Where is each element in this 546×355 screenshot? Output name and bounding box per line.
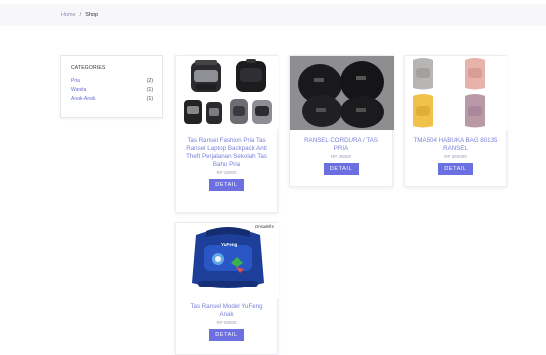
- breadcrumb-separator: /: [79, 12, 82, 18]
- product-name[interactable]: RANSEL CORDURA / TAS PRIA: [290, 137, 392, 153]
- detail-button[interactable]: DETAIL: [438, 163, 473, 175]
- product-card: RANSEL CORDURA / TAS PRIA RP 35000 DETAI…: [289, 55, 394, 187]
- product-image[interactable]: [405, 56, 508, 130]
- shop-page: Home / Shop CATEGORIES Pria (2) Wanita (…: [0, 0, 546, 355]
- category-item-pria[interactable]: Pria (2): [71, 77, 153, 86]
- product-card: Tas Ransel Fashion Pria Tas Ransel Lapto…: [175, 55, 279, 213]
- product-image[interactable]: [176, 56, 279, 129]
- product-price: RP 35000: [331, 154, 351, 159]
- product-price: RP 350000: [444, 154, 467, 159]
- category-name[interactable]: Anak-Anak: [71, 95, 95, 104]
- breadcrumb-current: Shop: [85, 12, 99, 18]
- product-name[interactable]: TMA504 HABUKA BAG 80135 RANSEL: [405, 137, 506, 153]
- product-image[interactable]: [290, 56, 394, 130]
- product-card: Onsalefrs YuFeng Tas Ransel Model YuFeng…: [175, 222, 279, 355]
- categories-panel: CATEGORIES Pria (2) Wanita (1) Anak-Anak…: [60, 55, 163, 118]
- product-price: RP 30000: [216, 170, 237, 175]
- category-count: (1): [146, 87, 153, 93]
- category-count: (1): [146, 96, 153, 102]
- product-card: TMA504 HABUKA BAG 80135 RANSEL RP 350000…: [404, 55, 508, 187]
- detail-button[interactable]: DETAIL: [323, 163, 359, 175]
- product-price: RP 50000: [216, 320, 237, 325]
- product-name[interactable]: Tas Ransel Fashion Pria Tas Ransel Lapto…: [176, 137, 277, 169]
- bag-brand-text: YuFeng: [221, 242, 238, 247]
- category-item-anak-anak[interactable]: Anak-Anak (1): [71, 95, 153, 104]
- category-name[interactable]: Pria: [71, 77, 80, 86]
- detail-button[interactable]: DETAIL: [209, 329, 244, 341]
- detail-button[interactable]: DETAIL: [209, 179, 244, 191]
- category-count: (2): [146, 78, 153, 84]
- category-name[interactable]: Wanita: [71, 86, 86, 95]
- category-item-wanita[interactable]: Wanita (1): [71, 86, 153, 95]
- product-name[interactable]: Tas Ransel Model YuFeng Anak: [176, 303, 277, 319]
- seller-logo: Onsalefrs: [254, 224, 274, 229]
- product-image[interactable]: Onsalefrs YuFeng: [176, 223, 279, 298]
- breadcrumb-home-link[interactable]: Home: [61, 12, 76, 18]
- categories-title: CATEGORIES: [71, 65, 106, 71]
- breadcrumb: Home / Shop: [0, 4, 546, 26]
